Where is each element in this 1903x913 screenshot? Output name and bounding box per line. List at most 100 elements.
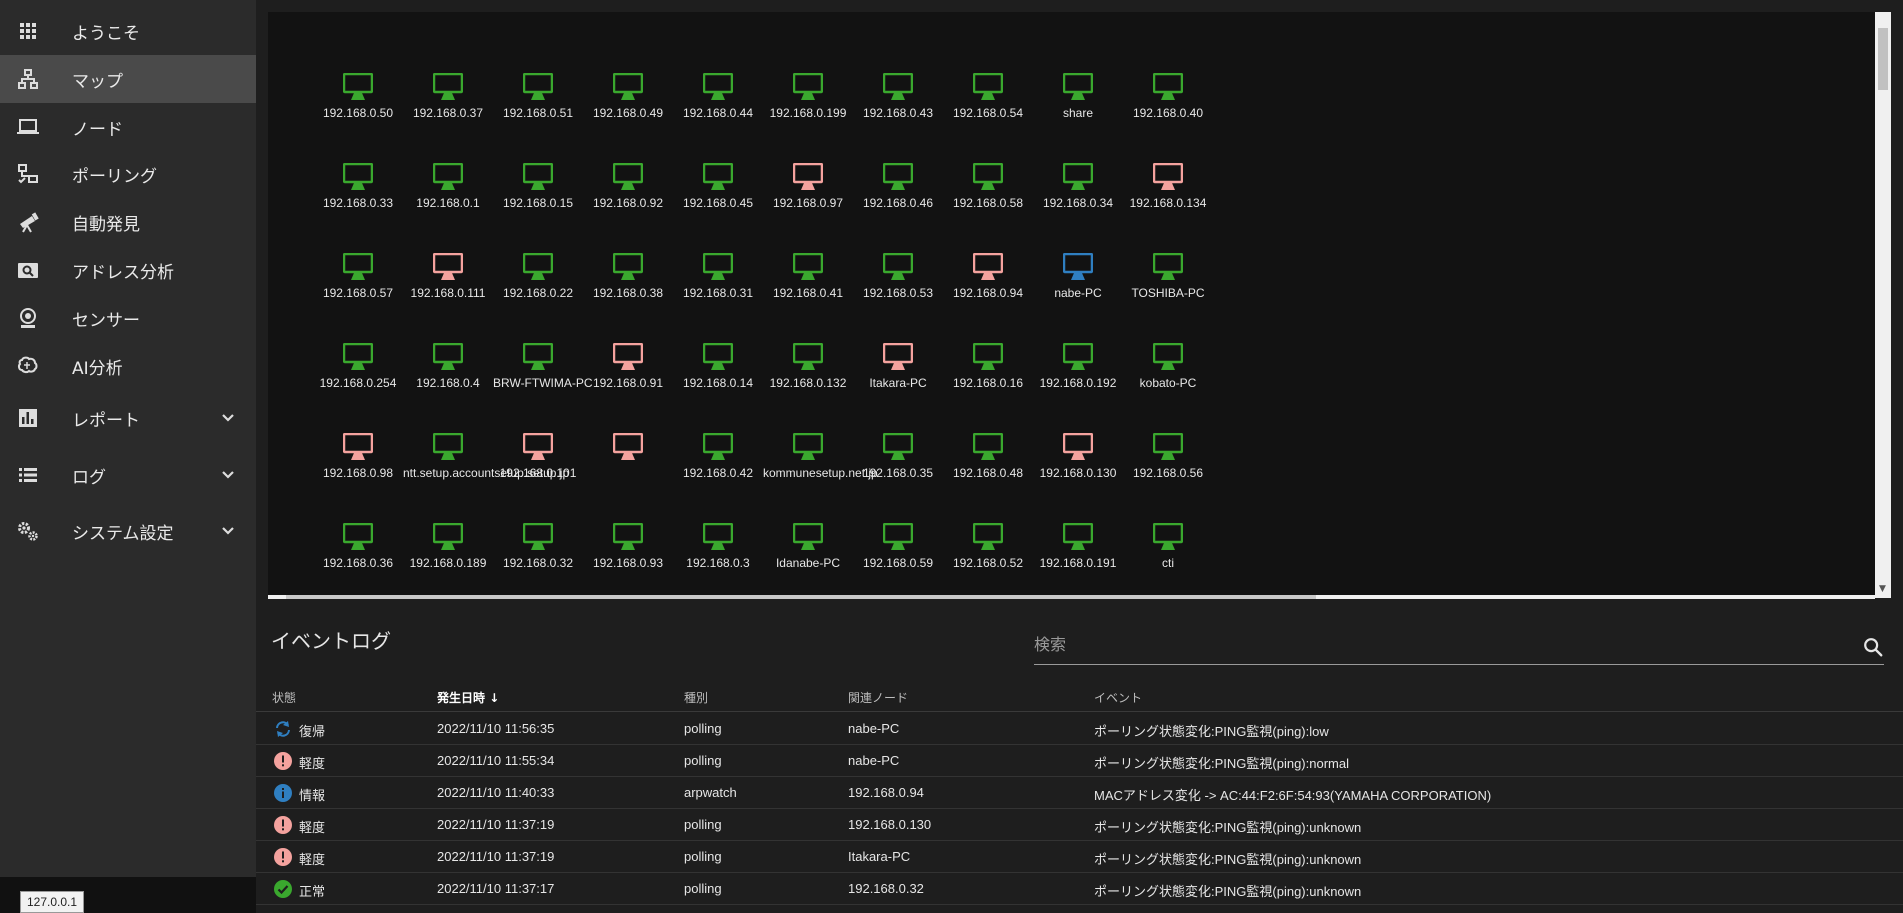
table-row[interactable]: 軽度 2022/11/10 11:37:19 polling Itakara-PC ポー… (256, 841, 1903, 873)
map-node[interactable]: Itakara-PC (853, 343, 943, 403)
map-node[interactable]: 192.168.0.53 (853, 253, 943, 313)
map-node[interactable]: 192.168.0.130 (1033, 433, 1123, 493)
map-node[interactable]: 192.168.0.59 (853, 523, 943, 583)
map-node[interactable]: 192.168.0.45 (673, 163, 763, 223)
map-node[interactable]: 192.168.0.22 (493, 253, 583, 313)
map-node[interactable]: 192.168.0.16 (943, 343, 1033, 403)
column-header-datetime[interactable]: 発生日時 ↓ (437, 689, 499, 706)
map-node[interactable]: 192.168.0.101 (493, 433, 583, 493)
map-node[interactable]: 192.168.0.56 (1123, 433, 1213, 493)
map-node[interactable]: 192.168.0.111 (403, 253, 493, 313)
map-node[interactable]: 192.168.0.49 (583, 73, 673, 133)
event-log-search[interactable] (1034, 632, 1884, 665)
map-node[interactable]: 192.168.0.4 (403, 343, 493, 403)
sidebar-item-0[interactable]: ようこそ (0, 7, 256, 55)
map-node[interactable]: Idanabe-PC (763, 523, 853, 583)
map-node[interactable]: 192.168.0.57 (313, 253, 403, 313)
sidebar-item-5[interactable]: アドレス分析 (0, 246, 256, 294)
map-node[interactable]: BRW-FTWIMA-PC (493, 343, 593, 403)
map-node[interactable]: 192.168.0.91 (583, 343, 673, 403)
table-row[interactable]: 復帰 2022/11/10 11:56:35 polling nabe-PC ポーリング… (256, 713, 1903, 745)
map-node[interactable]: 192.168.0.94 (943, 253, 1033, 313)
row-node[interactable]: 192.168.0.94 (848, 785, 924, 800)
map-node[interactable]: 192.168.0.50 (313, 73, 403, 133)
row-node[interactable]: 192.168.0.32 (848, 881, 924, 896)
table-row[interactable]: 情報 2022/11/10 11:40:33 arpwatch 192.168.0.9… (256, 777, 1903, 809)
column-header-node[interactable]: 関連ノード (848, 689, 908, 706)
column-header-event[interactable]: イベント (1094, 689, 1142, 706)
sidebar-item-2[interactable]: ノード (0, 103, 256, 151)
map-node[interactable]: 192.168.0.46 (853, 163, 943, 223)
search-icon[interactable] (1862, 636, 1884, 658)
map-node[interactable]: 192.168.0.44 (673, 73, 763, 133)
map-node[interactable]: 192.168.0.93 (583, 523, 673, 583)
map-node[interactable] (583, 433, 673, 493)
map-node-label: 192.168.0.36 (322, 556, 394, 570)
map-node[interactable]: 192.168.0.36 (313, 523, 403, 583)
map-node[interactable]: 192.168.0.34 (1033, 163, 1123, 223)
network-map[interactable]: 192.168.0.50 192.168.0.37 192.168.0.51 192.… (268, 12, 1875, 598)
map-vertical-scroll-thumb[interactable] (1878, 28, 1888, 90)
map-node[interactable]: 192.168.0.52 (943, 523, 1033, 583)
map-node[interactable]: 192.168.0.41 (763, 253, 853, 313)
map-node[interactable]: 192.168.0.3 (673, 523, 763, 583)
map-node[interactable]: 192.168.0.43 (853, 73, 943, 133)
map-horizontal-scroll-thumb[interactable] (286, 595, 1316, 599)
map-node[interactable]: 192.168.0.54 (943, 73, 1033, 133)
map-node[interactable]: cti (1123, 523, 1213, 583)
sidebar-item-9[interactable]: ログ (0, 451, 256, 499)
map-node[interactable]: 192.168.0.14 (673, 343, 763, 403)
map-node[interactable]: 192.168.0.48 (943, 433, 1033, 493)
map-node[interactable]: 192.168.0.31 (673, 253, 763, 313)
map-node[interactable]: 192.168.0.1 (403, 163, 493, 223)
map-node[interactable]: 192.168.0.37 (403, 73, 493, 133)
scroll-down-arrow-icon[interactable]: ▼ (1879, 584, 1886, 594)
map-node[interactable]: 192.168.0.134 (1123, 163, 1213, 223)
map-node[interactable]: 192.168.0.32 (493, 523, 583, 583)
map-node[interactable]: 192.168.0.15 (493, 163, 583, 223)
map-node[interactable]: 192.168.0.35 (853, 433, 943, 493)
map-node[interactable]: 192.168.0.33 (313, 163, 403, 223)
map-node[interactable]: 192.168.0.42 (673, 433, 763, 493)
column-header-type[interactable]: 種別 (684, 689, 708, 706)
sidebar-item-6[interactable]: センサー (0, 294, 256, 342)
map-node[interactable]: 192.168.0.189 (403, 523, 493, 583)
map-node[interactable]: 192.168.0.40 (1123, 73, 1213, 133)
map-node[interactable]: ntt.setup.accountsetup.setup.jp (403, 433, 569, 493)
sidebar-item-3[interactable]: ポーリング (0, 150, 256, 198)
map-node[interactable]: 192.168.0.192 (1033, 343, 1123, 403)
map-node[interactable]: kobato-PC (1123, 343, 1213, 403)
map-node[interactable]: 192.168.0.199 (763, 73, 853, 133)
map-horizontal-scrollbar[interactable] (268, 595, 1875, 599)
sidebar-item-10[interactable]: システム設定 (0, 507, 256, 555)
row-node[interactable]: nabe-PC (848, 721, 899, 736)
row-node[interactable]: Itakara-PC (848, 849, 910, 864)
map-node[interactable]: 192.168.0.97 (763, 163, 853, 223)
map-node[interactable]: 192.168.0.51 (493, 73, 583, 133)
map-node[interactable]: 192.168.0.98 (313, 433, 403, 493)
map-node[interactable]: 192.168.0.191 (1033, 523, 1123, 583)
map-vertical-scrollbar[interactable]: ▼ (1875, 12, 1891, 598)
map-node[interactable]: 192.168.0.92 (583, 163, 673, 223)
row-node[interactable]: 192.168.0.130 (848, 817, 931, 832)
map-node[interactable]: TOSHIBA-PC (1123, 253, 1213, 313)
monitor-icon (883, 73, 913, 100)
column-header-status[interactable]: 状態 (272, 689, 296, 706)
sidebar-item-1[interactable]: マップ (0, 55, 256, 103)
map-node[interactable]: 192.168.0.38 (583, 253, 673, 313)
sidebar-item-7[interactable]: AI分析 (0, 342, 256, 390)
map-node-label: cti (1162, 556, 1174, 570)
map-node[interactable]: 192.168.0.58 (943, 163, 1033, 223)
table-row[interactable]: 軽度 2022/11/10 11:37:19 polling 192.168.0.13… (256, 809, 1903, 841)
map-node[interactable]: nabe-PC (1033, 253, 1123, 313)
map-node[interactable]: share (1033, 73, 1123, 133)
map-node[interactable]: 192.168.0.132 (763, 343, 853, 403)
sidebar-item-4[interactable]: 自動発見 (0, 198, 256, 246)
table-row[interactable]: 正常 2022/11/10 11:37:17 polling 192.168.0.32… (256, 873, 1903, 905)
map-node[interactable]: 192.168.0.254 (313, 343, 403, 403)
map-node[interactable]: kommunesetup.net.jp (763, 433, 878, 493)
table-row[interactable]: 軽度 2022/11/10 11:55:34 polling nabe-PC ポーリング… (256, 745, 1903, 777)
row-node[interactable]: nabe-PC (848, 753, 899, 768)
sidebar-item-8[interactable]: レポート (0, 394, 256, 442)
search-input[interactable] (1034, 632, 1814, 660)
